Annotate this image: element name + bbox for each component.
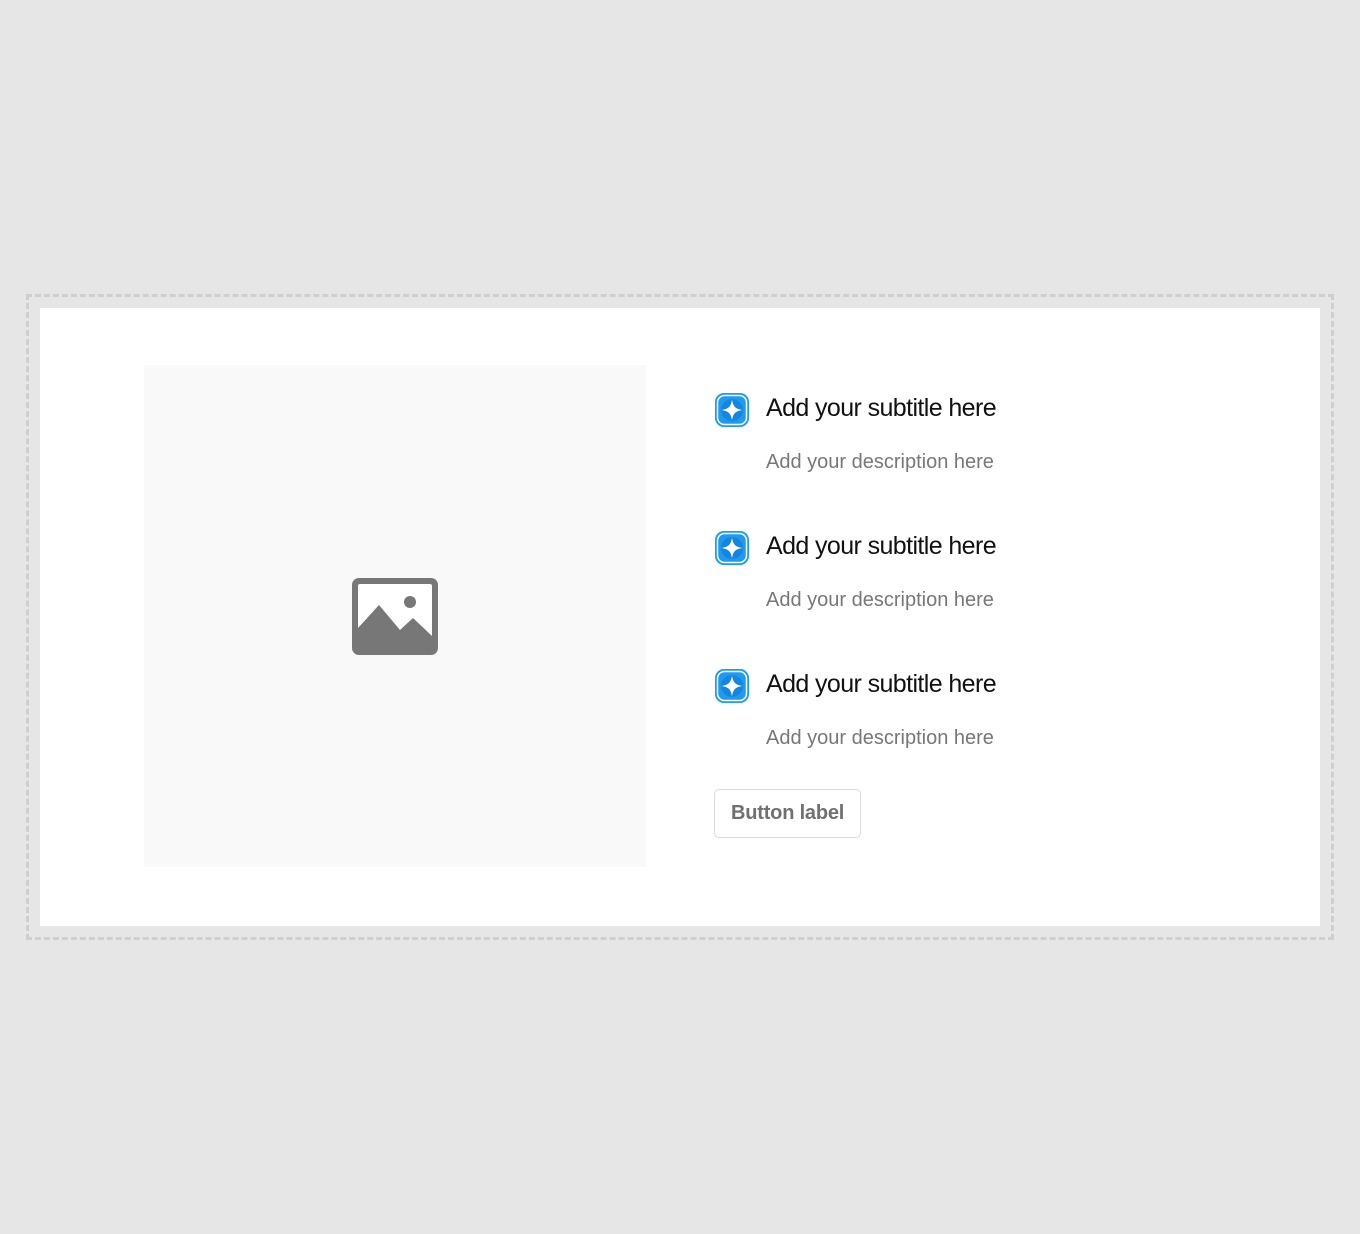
feature-card: Add your subtitle here Add your descript… — [40, 308, 1320, 926]
feature-subtitle: Add your subtitle here — [766, 670, 997, 698]
sparkle-icon — [714, 668, 750, 704]
feature-description: Add your description here — [766, 589, 994, 611]
section-frame: Add your subtitle here Add your descript… — [26, 294, 1334, 940]
feature-description: Add your description here — [766, 451, 994, 473]
sparkle-icon — [714, 530, 750, 566]
primary-button[interactable]: Button label — [714, 789, 862, 838]
feature-subtitle: Add your subtitle here — [766, 394, 997, 422]
feature-subtitle: Add your subtitle here — [766, 532, 997, 560]
image-placeholder[interactable] — [144, 365, 646, 867]
image-icon — [352, 577, 438, 655]
feature-description: Add your description here — [766, 727, 994, 749]
sparkle-icon — [714, 392, 750, 428]
